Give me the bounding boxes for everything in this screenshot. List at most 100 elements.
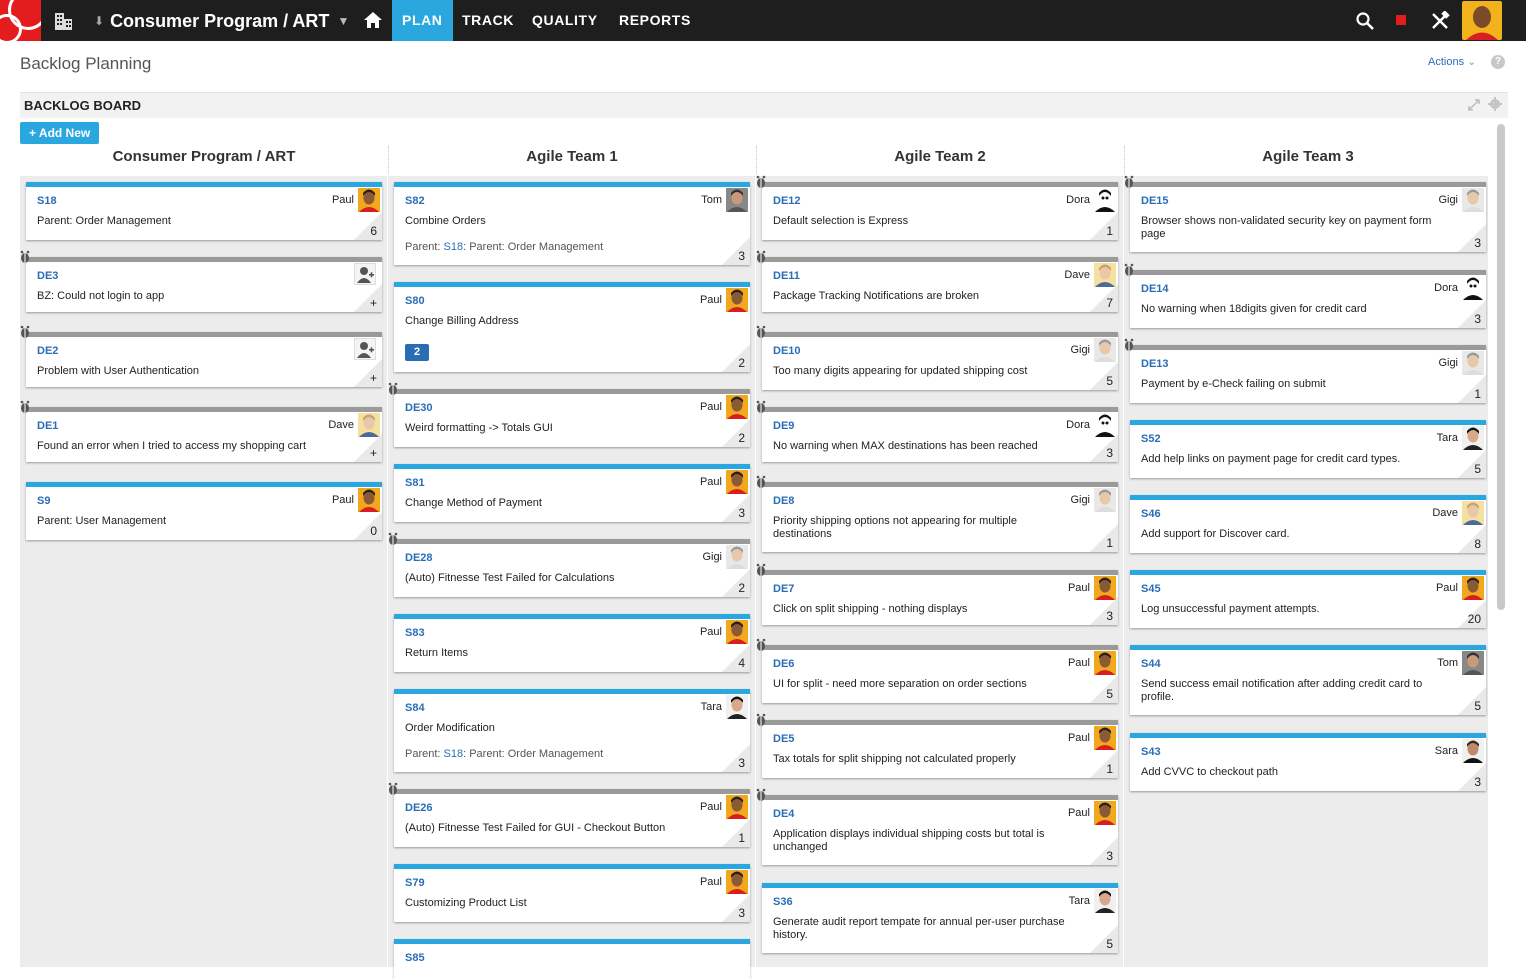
defect-card[interactable]: DE30 Paul Weird formatting -> Totals GUI 2: [388, 382, 750, 447]
card-id[interactable]: DE11: [773, 270, 800, 282]
nav-track[interactable]: TRACK: [452, 0, 524, 41]
assign-user-icon[interactable]: [354, 338, 376, 360]
project-picker[interactable]: ⬇ Consumer Program / ART ▼: [94, 10, 349, 32]
nav-plan[interactable]: PLAN: [392, 0, 453, 41]
card-id[interactable]: S82: [405, 195, 425, 207]
parent-name: : Parent: Order Management: [463, 748, 604, 760]
home-icon[interactable]: [363, 10, 383, 30]
card-id[interactable]: S79: [405, 877, 425, 889]
card-id[interactable]: DE5: [773, 733, 794, 745]
defect-card[interactable]: DE5 Paul Tax totals for split shipping not…: [756, 713, 1118, 778]
card-id[interactable]: S44: [1141, 658, 1161, 670]
parent-link[interactable]: S18: [444, 748, 464, 760]
defect-card[interactable]: DE11 Dave Package Tracking Notifications a…: [756, 250, 1118, 312]
story-card[interactable]: S85: [394, 939, 750, 979]
card-id[interactable]: DE28: [405, 552, 433, 564]
story-card[interactable]: S44 Tom Send success email notification af…: [1130, 645, 1486, 715]
card-id[interactable]: DE30: [405, 402, 433, 414]
defect-card[interactable]: DE13 Gigi Payment by e-Check failing on su…: [1124, 338, 1486, 403]
owner-avatar: [1462, 651, 1484, 675]
parent-link[interactable]: S18: [444, 241, 464, 253]
card-id[interactable]: DE10: [773, 345, 801, 357]
card-estimate: 2: [738, 431, 745, 445]
defect-card[interactable]: DE10 Gigi Too many digits appearing for up…: [756, 325, 1118, 390]
comment-icon[interactable]: 2: [405, 344, 429, 361]
card-id[interactable]: DE8: [773, 495, 794, 507]
card-id[interactable]: S80: [405, 295, 425, 307]
story-card[interactable]: S45 Paul Log unsuccessful payment attempts…: [1130, 570, 1486, 628]
card-id[interactable]: S36: [773, 896, 793, 908]
defect-card[interactable]: DE1 Dave Found an error when I tried to ac…: [20, 400, 382, 462]
stop-icon[interactable]: [1396, 15, 1406, 25]
actions-menu[interactable]: Actions ⌄: [1428, 55, 1476, 68]
defect-card[interactable]: DE15 Gigi Browser shows non-validated secu…: [1124, 175, 1486, 252]
defect-card[interactable]: DE4 Paul Application displays individual s…: [756, 788, 1118, 865]
card-id[interactable]: DE15: [1141, 195, 1169, 207]
card-id[interactable]: DE13: [1141, 358, 1169, 370]
story-card[interactable]: S83 Paul Return Items 4: [394, 614, 750, 672]
pin-icon[interactable]: ⬇: [94, 14, 104, 28]
story-card[interactable]: S79 Paul Customizing Product List 3: [394, 864, 750, 922]
defect-card[interactable]: DE3 BZ: Could not login to app +: [20, 250, 382, 312]
card-id[interactable]: S83: [405, 627, 425, 639]
tools-icon[interactable]: [1430, 11, 1450, 31]
app-logo[interactable]: [0, 0, 41, 41]
story-card[interactable]: S43 Sara Add CVVC to checkout path 3: [1130, 733, 1486, 791]
card-id[interactable]: S84: [405, 702, 425, 714]
card-id[interactable]: DE3: [37, 270, 58, 282]
card-estimate: 5: [1106, 687, 1113, 701]
user-avatar[interactable]: [1462, 1, 1502, 40]
card-estimate[interactable]: +: [370, 296, 377, 310]
card-estimate[interactable]: +: [370, 371, 377, 385]
card-id[interactable]: S45: [1141, 583, 1161, 595]
story-card[interactable]: S36 Tara Generate audit report tempate for…: [762, 883, 1118, 953]
card-estimate: 5: [1106, 374, 1113, 388]
add-new-button[interactable]: + Add New: [20, 122, 100, 144]
gear-icon[interactable]: [1488, 97, 1502, 111]
card-id[interactable]: S43: [1141, 746, 1161, 758]
card-id[interactable]: DE14: [1141, 283, 1169, 295]
card-id[interactable]: DE2: [37, 345, 58, 357]
card-id[interactable]: S52: [1141, 433, 1161, 445]
card-id[interactable]: DE12: [773, 195, 801, 207]
story-card[interactable]: S9 Paul Parent: User Management 0: [26, 482, 382, 540]
story-card[interactable]: S80 Paul Change Billing Address 2 2: [394, 282, 750, 372]
defect-card[interactable]: DE9 Dora No warning when MAX destinations …: [756, 400, 1118, 462]
help-icon[interactable]: ?: [1491, 55, 1505, 69]
bug-icon: [1124, 175, 1134, 188]
card-id[interactable]: DE1: [37, 420, 58, 432]
card-id[interactable]: DE26: [405, 802, 433, 814]
story-card[interactable]: S82 Tom Combine Orders Parent: S18: Parent:…: [394, 182, 750, 265]
card-id[interactable]: DE4: [773, 808, 794, 820]
card-estimate[interactable]: +: [370, 446, 377, 460]
defect-card[interactable]: DE7 Paul Click on split shipping - nothing…: [756, 563, 1118, 625]
story-card[interactable]: S81 Paul Change Method of Payment 3: [394, 464, 750, 522]
nav-quality[interactable]: QUALITY: [522, 0, 608, 41]
defect-card[interactable]: DE26 Paul (Auto) Fitnesse Test Failed for …: [388, 782, 750, 847]
card-id[interactable]: S46: [1141, 508, 1161, 520]
card-owner: Paul: [699, 801, 722, 813]
defect-card[interactable]: DE8 Gigi Priority shipping options not app…: [756, 475, 1118, 552]
defect-card[interactable]: DE6 Paul UI for split - need more separati…: [756, 638, 1118, 703]
card-id[interactable]: S18: [37, 195, 57, 207]
story-card[interactable]: S46 Dave Add support for Discover card. 8: [1130, 495, 1486, 553]
card-id[interactable]: DE7: [773, 583, 794, 595]
expand-icon[interactable]: [1468, 99, 1480, 111]
nav-reports[interactable]: REPORTS: [609, 0, 701, 41]
story-card[interactable]: S52 Tara Add help links on payment page fo…: [1130, 420, 1486, 478]
defect-card[interactable]: DE14 Dora No warning when 18digits given f…: [1124, 263, 1486, 328]
card-id[interactable]: S85: [405, 952, 425, 964]
card-id[interactable]: S9: [37, 495, 50, 507]
defect-card[interactable]: DE2 Problem with User Authentication +: [20, 325, 382, 387]
workspace-icon[interactable]: [54, 11, 74, 31]
defect-card[interactable]: DE28 Gigi (Auto) Fitnesse Test Failed for …: [388, 532, 750, 597]
card-id[interactable]: DE6: [773, 658, 794, 670]
search-icon[interactable]: [1356, 12, 1374, 30]
card-id[interactable]: S81: [405, 477, 425, 489]
board-scrollbar[interactable]: [1497, 124, 1505, 610]
defect-card[interactable]: DE12 Dora Default selection is Express 1: [756, 175, 1118, 240]
assign-user-icon[interactable]: [354, 263, 376, 285]
card-id[interactable]: DE9: [773, 420, 794, 432]
story-card[interactable]: S18 Paul Parent: Order Management 6: [26, 182, 382, 240]
story-card[interactable]: S84 Tara Order Modification Parent: S18: Pa…: [394, 689, 750, 772]
